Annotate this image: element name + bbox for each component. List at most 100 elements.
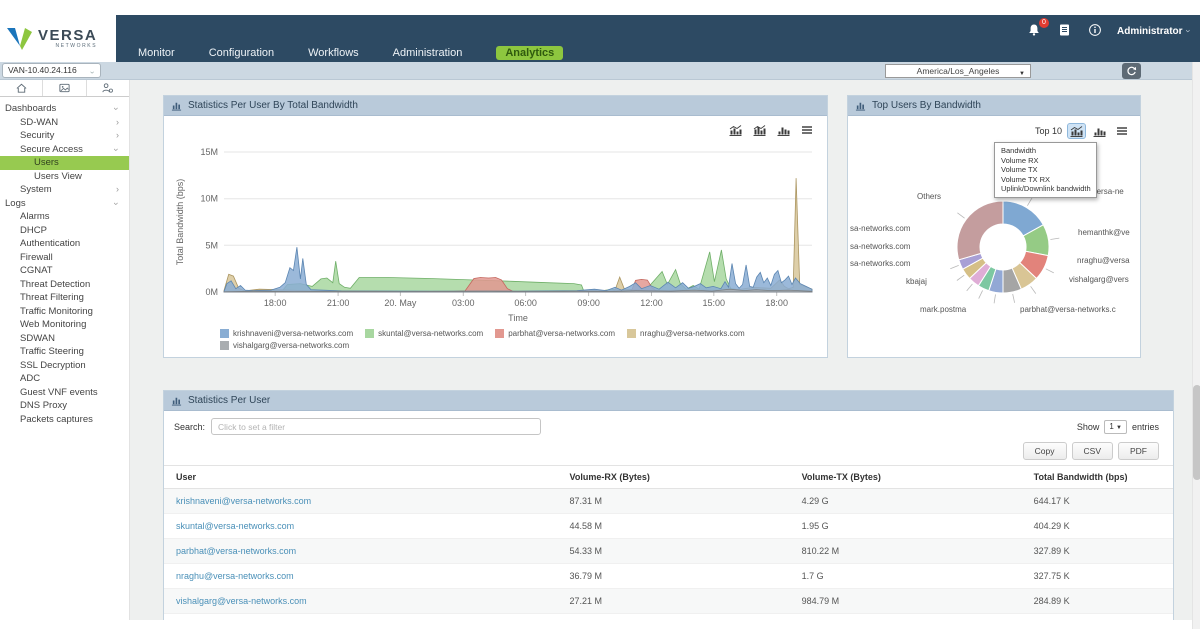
svg-text:21:00: 21:00 [327, 298, 350, 308]
legend-item-krishnaveni-versa-networks-com[interactable]: krishnaveni@versa-networks.com [220, 329, 353, 338]
sidebar-item-guest-vnf-events[interactable]: Guest VNF events [0, 386, 129, 400]
mini-chart-icon [777, 124, 790, 136]
cell-value: 276.84 K [1022, 614, 1173, 621]
info-button[interactable] [1086, 22, 1104, 38]
sidebar-item-adc[interactable]: ADC [0, 372, 129, 386]
column-header-user[interactable]: User [164, 466, 558, 489]
sidebar-item-packets-captures[interactable]: Packets captures [0, 413, 129, 427]
sidebar-item-web-monitoring[interactable]: Web Monitoring [0, 318, 129, 332]
sidebar-item-users[interactable]: Users [0, 156, 129, 170]
svg-text:Time: Time [508, 313, 528, 323]
sidebar-item-dns-proxy[interactable]: DNS Proxy [0, 399, 129, 413]
sidebar-tree: Dashboards›SD-WAN›Security›Secure Access… [0, 97, 129, 426]
bar-chart-icon [171, 395, 182, 406]
sidebar-item-cgnat[interactable]: CGNAT [0, 264, 129, 278]
report-button[interactable] [1056, 22, 1073, 38]
appliance-select[interactable]: VAN-10.40.24.116 › [2, 63, 101, 78]
user-link[interactable]: krishnaveni@versa-networks.com [176, 496, 311, 506]
timezone-select[interactable]: America/Los_Angeles ▼ [885, 64, 1031, 78]
refresh-button[interactable] [1122, 63, 1141, 79]
stats-table: UserVolume-RX (Bytes)Volume-TX (Bytes)To… [164, 465, 1173, 620]
user-link[interactable]: nraghu@versa-networks.com [176, 571, 294, 581]
column-header-volume-rx-bytes[interactable]: Volume-RX (Bytes) [558, 466, 790, 489]
sidebar-item-authentication[interactable]: Authentication [0, 237, 129, 251]
sidebar-item-label: Security [20, 130, 54, 141]
sidebar-icon-tabs [0, 80, 129, 97]
sidebar-item-label: Users [34, 157, 59, 168]
versa-logo-icon [7, 27, 33, 51]
user-settings-tab[interactable] [87, 80, 129, 96]
entries-select[interactable]: 1 ▼ [1104, 420, 1127, 434]
sidebar-item-ssl-decryption[interactable]: SSL Decryption [0, 359, 129, 373]
sidebar-item-label: Users View [34, 171, 82, 182]
nav-tab-workflows[interactable]: Workflows [308, 47, 359, 59]
chart-type-line-button[interactable] [727, 123, 744, 137]
donut-label-sa-networks-com: sa-networks.com [850, 224, 910, 233]
sidebar-item-traffic-monitoring[interactable]: Traffic Monitoring [0, 305, 129, 319]
user-link[interactable]: vishalgarg@versa-networks.com [176, 596, 307, 606]
copy-button[interactable]: Copy [1023, 442, 1067, 460]
menu-item-volume-rx[interactable]: Volume RX [995, 156, 1096, 166]
chevron-right-icon: › [116, 116, 119, 130]
sidebar-item-label: SDWAN [20, 333, 55, 344]
cell-value: 27.21 M [558, 589, 790, 614]
notifications-button[interactable]: 0 [1025, 22, 1043, 38]
legend-item-parbhat-versa-networks-com[interactable]: parbhat@versa-networks.com [495, 329, 615, 338]
sidebar-item-dashboards[interactable]: Dashboards› [0, 102, 129, 116]
legend-item-skuntal-versa-networks-com[interactable]: skuntal@versa-networks.com [365, 329, 483, 338]
menu-item-volume-tx[interactable]: Volume TX [995, 165, 1096, 175]
sidebar-item-security[interactable]: Security› [0, 129, 129, 143]
table-row: skuntal@versa-networks.com44.58 M1.95 G4… [164, 514, 1173, 539]
sidebar-item-system[interactable]: System› [0, 183, 129, 197]
page-scrollbar[interactable] [1192, 62, 1200, 629]
chart-menu-button[interactable] [799, 123, 815, 137]
nav-tab-analytics[interactable]: Analytics [496, 46, 563, 60]
sidebar-item-alarms[interactable]: Alarms [0, 210, 129, 224]
sidebar: Dashboards›SD-WAN›Security›Secure Access… [0, 80, 130, 620]
info-icon [1088, 23, 1102, 37]
column-header-total-bandwidth-bps[interactable]: Total Bandwidth (bps) [1022, 466, 1173, 489]
panel3-title: Statistics Per User [188, 395, 270, 406]
svg-text:12:00: 12:00 [640, 298, 663, 308]
sidebar-item-users-view[interactable]: Users View [0, 170, 129, 184]
menu-item-bandwidth[interactable]: Bandwidth [995, 146, 1096, 156]
nav-tab-monitor[interactable]: Monitor [138, 47, 175, 59]
cell-value: 29.19 M [790, 614, 1022, 621]
scrollbar-thumb[interactable] [1193, 385, 1200, 480]
user-link[interactable]: skuntal@versa-networks.com [176, 521, 294, 531]
menu-item-uplink-downlink-bandwidth[interactable]: Uplink/Downlink bandwidth [995, 184, 1096, 194]
sidebar-item-threat-detection[interactable]: Threat Detection [0, 278, 129, 292]
legend-item-vishalgarg-versa-networks-com[interactable]: vishalgarg@versa-networks.com [220, 341, 349, 350]
home-tab[interactable] [0, 80, 43, 96]
menu-item-volume-tx-rx[interactable]: Volume TX RX [995, 175, 1096, 185]
sidebar-item-logs[interactable]: Logs› [0, 197, 129, 211]
panel1-header: Statistics Per User By Total Bandwidth [164, 96, 827, 116]
area-chart[interactable]: 0M5M10M15M18:0021:0020. May03:0006:0009:… [172, 140, 820, 333]
chart-type-bar-button[interactable] [775, 123, 792, 137]
user-menu[interactable]: Administrator › [1117, 21, 1190, 39]
mini-chart-icon [753, 124, 766, 136]
logo[interactable]: VERSA NETWORKS [0, 15, 116, 62]
sidebar-item-threat-filtering[interactable]: Threat Filtering [0, 291, 129, 305]
sidebar-item-secure-access[interactable]: Secure Access› [0, 143, 129, 157]
sidebar-item-firewall[interactable]: Firewall [0, 251, 129, 265]
cell-user: parbhat@versa-networks.com [164, 539, 558, 564]
sidebar-item-label: Logs [5, 198, 26, 209]
nav-tab-configuration[interactable]: Configuration [209, 47, 274, 59]
chart-type-area-button[interactable] [751, 123, 768, 137]
column-header-volume-tx-bytes[interactable]: Volume-TX (Bytes) [790, 466, 1022, 489]
user-link[interactable]: parbhat@versa-networks.com [176, 546, 296, 556]
nav-tab-administration[interactable]: Administration [393, 47, 463, 59]
search-input[interactable] [211, 418, 541, 435]
sidebar-item-sd-wan[interactable]: SD-WAN› [0, 116, 129, 130]
sidebar-item-dhcp[interactable]: DHCP [0, 224, 129, 238]
sidebar-item-traffic-steering[interactable]: Traffic Steering [0, 345, 129, 359]
legend-item-nraghu-versa-networks-com[interactable]: nraghu@versa-networks.com [627, 329, 745, 338]
legend-label: krishnaveni@versa-networks.com [233, 329, 353, 338]
csv-button[interactable]: CSV [1072, 442, 1113, 460]
dashboard-image-tab[interactable] [43, 80, 86, 96]
sidebar-item-sdwan[interactable]: SDWAN [0, 332, 129, 346]
sidebar-item-label: Packets captures [20, 414, 93, 425]
mini-chart-icon [729, 124, 742, 136]
pdf-button[interactable]: PDF [1118, 442, 1159, 460]
